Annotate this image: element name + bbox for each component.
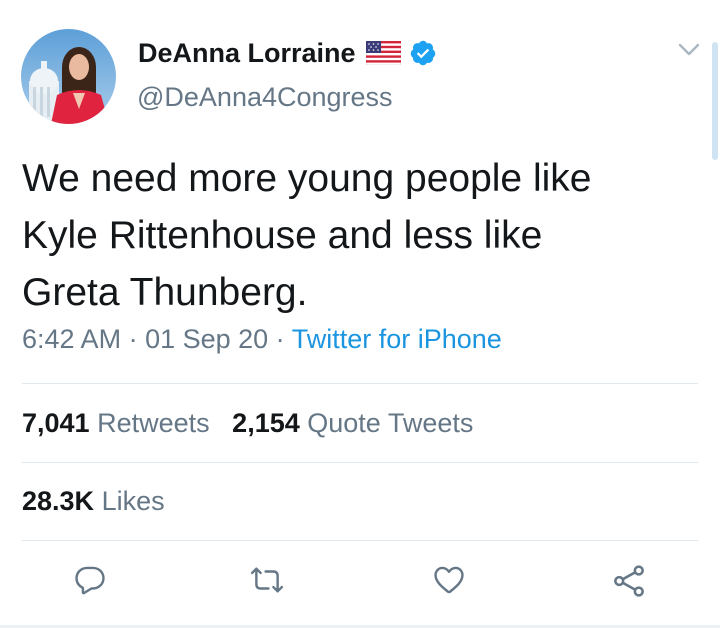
author-row: DeAnna Lorraine	[138, 37, 437, 69]
chevron-down-icon[interactable]	[677, 42, 701, 63]
us-flag-icon	[365, 41, 401, 65]
reply-icon[interactable]	[73, 563, 107, 602]
quotes-count: 2,154	[232, 408, 300, 438]
quotes-label: Quote Tweets	[307, 408, 474, 438]
tweet-date[interactable]: 01 Sep 20	[145, 324, 268, 354]
retweet-icon[interactable]	[249, 563, 285, 602]
avatar[interactable]	[21, 29, 116, 124]
tweet-line: Greta Thunberg.	[22, 271, 308, 314]
author-handle[interactable]: @DeAnna4Congress	[137, 82, 393, 113]
separator: ·	[121, 324, 146, 354]
retweets-label: Retweets	[97, 408, 210, 438]
likes-label: Likes	[101, 486, 165, 516]
author-name[interactable]: DeAnna Lorraine	[138, 38, 356, 69]
tweet-source-link[interactable]: Twitter for iPhone	[292, 324, 502, 354]
scrollbar[interactable]	[712, 42, 718, 160]
likes-count: 28.3K	[22, 486, 95, 516]
retweets-count: 7,041	[22, 408, 90, 438]
retweet-quote-stats: 7,041 Retweets 2,154 Quote Tweets	[22, 408, 473, 439]
verified-badge-icon	[409, 39, 437, 67]
share-icon[interactable]	[611, 563, 647, 604]
separator: ·	[268, 324, 292, 354]
tweet-meta: 6:42 AM · 01 Sep 20 · Twitter for iPhone	[22, 324, 502, 355]
tweet-text: We need more young people like Kyle Ritt…	[22, 150, 692, 321]
tweet-line: Kyle Rittenhouse and less like	[22, 214, 543, 257]
tweet-line: We need more young people like	[22, 157, 592, 200]
divider	[22, 383, 698, 384]
divider	[22, 462, 698, 463]
retweets-stat[interactable]: 7,041 Retweets	[22, 408, 210, 438]
divider	[22, 540, 698, 541]
likes-stat[interactable]: 28.3K Likes	[22, 486, 165, 517]
tweet-actions	[0, 563, 720, 603]
like-icon[interactable]	[431, 563, 467, 602]
quote-tweets-stat[interactable]: 2,154 Quote Tweets	[232, 408, 473, 438]
tweet-time[interactable]: 6:42 AM	[22, 324, 121, 354]
